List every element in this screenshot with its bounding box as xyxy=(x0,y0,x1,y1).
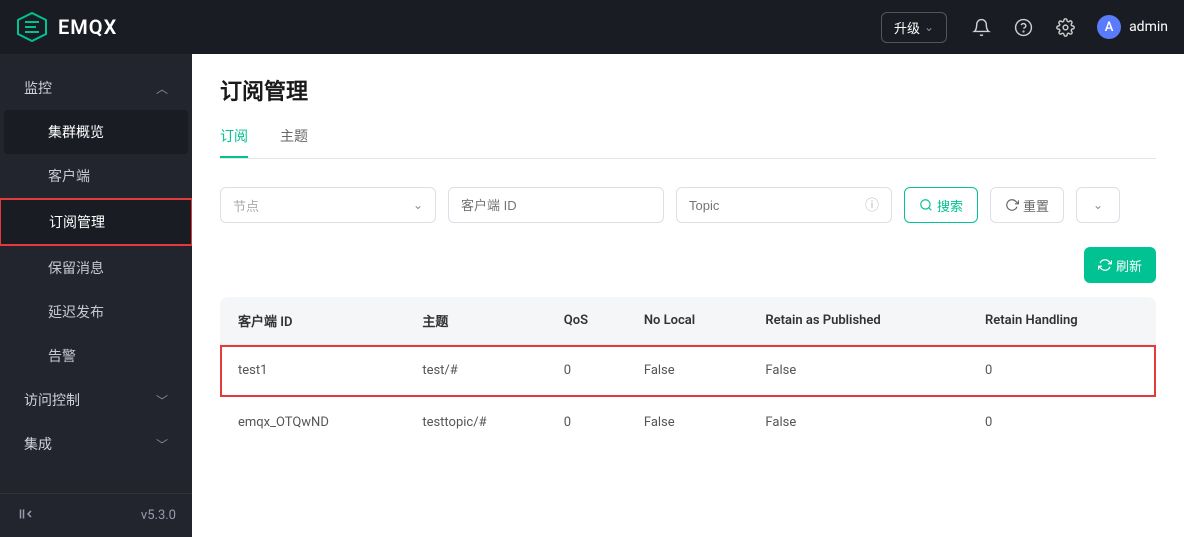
top-header: EMQX 升级 ⌄ A admin xyxy=(0,0,1184,54)
version-text: v5.3.0 xyxy=(141,508,176,523)
topic-input[interactable] xyxy=(689,198,865,213)
cell-client-id: emqx_OTQwND xyxy=(220,397,408,449)
nav-group-label: 访问控制 xyxy=(24,390,80,410)
cell-no-local: False xyxy=(630,397,752,449)
avatar: A xyxy=(1097,15,1121,39)
logo-area: EMQX xyxy=(16,11,117,43)
table-row[interactable]: test1 test/# 0 False False 0 xyxy=(220,345,1156,397)
cell-client-id: test1 xyxy=(220,345,408,397)
refresh-icon xyxy=(1098,258,1112,272)
nav-item-clients[interactable]: 客户端 xyxy=(0,154,192,198)
nav-item-delayed[interactable]: 延迟发布 xyxy=(0,290,192,334)
user-area[interactable]: A admin xyxy=(1097,15,1168,39)
search-icon xyxy=(919,198,933,212)
username: admin xyxy=(1129,19,1168,35)
chevron-up-icon: ︿ xyxy=(156,80,168,97)
col-no-local: No Local xyxy=(630,297,752,345)
collapse-sidebar-icon[interactable] xyxy=(16,505,34,527)
cell-no-local: False xyxy=(630,345,752,397)
help-icon[interactable] xyxy=(1013,17,1033,37)
col-topic: 主题 xyxy=(408,297,549,345)
upgrade-button[interactable]: 升级 ⌄ xyxy=(881,12,947,43)
nav-group-label: 集成 xyxy=(24,434,52,454)
nav-group-access[interactable]: 访问控制 ﹀ xyxy=(0,378,192,422)
table-header-row: 客户端 ID 主题 QoS No Local Retain as Publish… xyxy=(220,297,1156,345)
table-row[interactable]: emqx_OTQwND testtopic/# 0 False False 0 xyxy=(220,397,1156,449)
chevron-down-icon: ⌄ xyxy=(413,198,423,212)
refresh-row: 刷新 xyxy=(220,247,1156,283)
bell-icon[interactable] xyxy=(971,17,991,37)
cell-retain-published: False xyxy=(751,397,971,449)
node-placeholder: 节点 xyxy=(233,196,259,215)
cell-topic: testtopic/# xyxy=(408,397,549,449)
reset-label: 重置 xyxy=(1023,196,1049,215)
data-table-wrap: 客户端 ID 主题 QoS No Local Retain as Publish… xyxy=(220,297,1156,448)
gear-icon[interactable] xyxy=(1055,17,1075,37)
nav-item-alarms[interactable]: 告警 xyxy=(0,334,192,378)
tab-subscriptions[interactable]: 订阅 xyxy=(220,126,248,158)
search-button[interactable]: 搜索 xyxy=(904,187,978,223)
chevron-down-icon: ﹀ xyxy=(156,436,168,453)
client-id-input[interactable] xyxy=(461,198,651,213)
topic-input-wrap: ⓘ xyxy=(676,187,892,223)
expand-filters-button[interactable]: ⌄ xyxy=(1076,187,1120,223)
col-qos: QoS xyxy=(550,297,630,345)
cell-qos: 0 xyxy=(550,345,630,397)
brand-text: EMQX xyxy=(58,15,117,39)
chevron-down-icon: ⌄ xyxy=(1093,198,1103,212)
tabs: 订阅 主题 xyxy=(220,126,1156,159)
cell-retain-handling: 0 xyxy=(971,345,1156,397)
client-id-input-wrap xyxy=(448,187,664,223)
sidebar-nav: 监控 ︿ 集群概览 客户端 订阅管理 保留消息 延迟发布 告警 访问控制 ﹀ 集… xyxy=(0,54,192,493)
sidebar: 监控 ︿ 集群概览 客户端 订阅管理 保留消息 延迟发布 告警 访问控制 ﹀ 集… xyxy=(0,54,192,537)
cell-qos: 0 xyxy=(550,397,630,449)
chevron-down-icon: ﹀ xyxy=(156,392,168,409)
reset-icon xyxy=(1005,198,1019,212)
refresh-label: 刷新 xyxy=(1116,256,1142,275)
filter-row: 节点 ⌄ ⓘ 搜索 重置 ⌄ xyxy=(220,187,1156,223)
search-label: 搜索 xyxy=(937,196,963,215)
nav-group-monitoring[interactable]: 监控 ︿ xyxy=(0,66,192,110)
reset-button[interactable]: 重置 xyxy=(990,187,1064,223)
col-retain-published: Retain as Published xyxy=(751,297,971,345)
header-icon-group xyxy=(971,17,1075,37)
nav-item-retained[interactable]: 保留消息 xyxy=(0,246,192,290)
upgrade-label: 升级 xyxy=(894,18,920,37)
emqx-logo-icon xyxy=(16,11,48,43)
nav-group-integration[interactable]: 集成 ﹀ xyxy=(0,422,192,466)
cell-retain-published: False xyxy=(751,345,971,397)
main-content: 订阅管理 订阅 主题 节点 ⌄ ⓘ 搜索 重置 xyxy=(192,54,1184,537)
col-retain-handling: Retain Handling xyxy=(971,297,1156,345)
nav-group-label: 监控 xyxy=(24,78,52,98)
tab-topics[interactable]: 主题 xyxy=(280,126,308,158)
nav-item-subscriptions[interactable]: 订阅管理 xyxy=(0,198,192,246)
cell-retain-handling: 0 xyxy=(971,397,1156,449)
refresh-button[interactable]: 刷新 xyxy=(1084,247,1156,283)
node-select[interactable]: 节点 ⌄ xyxy=(220,187,436,223)
info-icon[interactable]: ⓘ xyxy=(865,195,879,215)
page-title: 订阅管理 xyxy=(220,74,1156,106)
chevron-down-icon: ⌄ xyxy=(924,20,934,34)
nav-item-cluster-overview[interactable]: 集群概览 xyxy=(4,110,188,154)
sidebar-footer: v5.3.0 xyxy=(0,493,192,537)
subscriptions-table: 客户端 ID 主题 QoS No Local Retain as Publish… xyxy=(220,297,1156,448)
col-client-id: 客户端 ID xyxy=(220,297,408,345)
cell-topic: test/# xyxy=(408,345,549,397)
